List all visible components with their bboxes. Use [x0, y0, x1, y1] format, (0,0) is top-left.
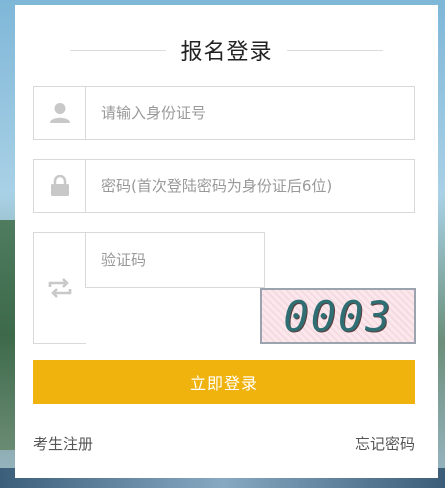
- captcha-image-text: 0003: [283, 291, 393, 341]
- id-number-input[interactable]: [86, 87, 414, 139]
- title-row: 报名登录: [15, 30, 438, 70]
- title-divider-left: [70, 49, 167, 51]
- login-panel: 报名登录 请输入身份证号 验证码 0003 立即登录 考生注册 忘记密码: [15, 5, 438, 478]
- lock-icon: [34, 160, 86, 212]
- password-field: [33, 159, 415, 213]
- page-title: 报名登录: [180, 40, 273, 65]
- password-input[interactable]: [86, 160, 414, 212]
- forgot-password-link[interactable]: 忘记密码: [355, 433, 415, 454]
- captcha-field: [85, 232, 265, 288]
- id-number-field: [33, 86, 415, 140]
- login-button[interactable]: 立即登录: [33, 360, 415, 404]
- captcha-image[interactable]: 0003: [260, 288, 416, 344]
- footer-links: 考生注册 忘记密码: [33, 433, 415, 454]
- refresh-icon[interactable]: [33, 232, 86, 344]
- user-icon: [34, 87, 86, 139]
- title-divider-right: [286, 49, 383, 51]
- captcha-input[interactable]: [86, 233, 264, 287]
- register-link[interactable]: 考生注册: [33, 433, 93, 454]
- captcha-block: 0003: [33, 232, 416, 344]
- background-trees: [0, 220, 16, 450]
